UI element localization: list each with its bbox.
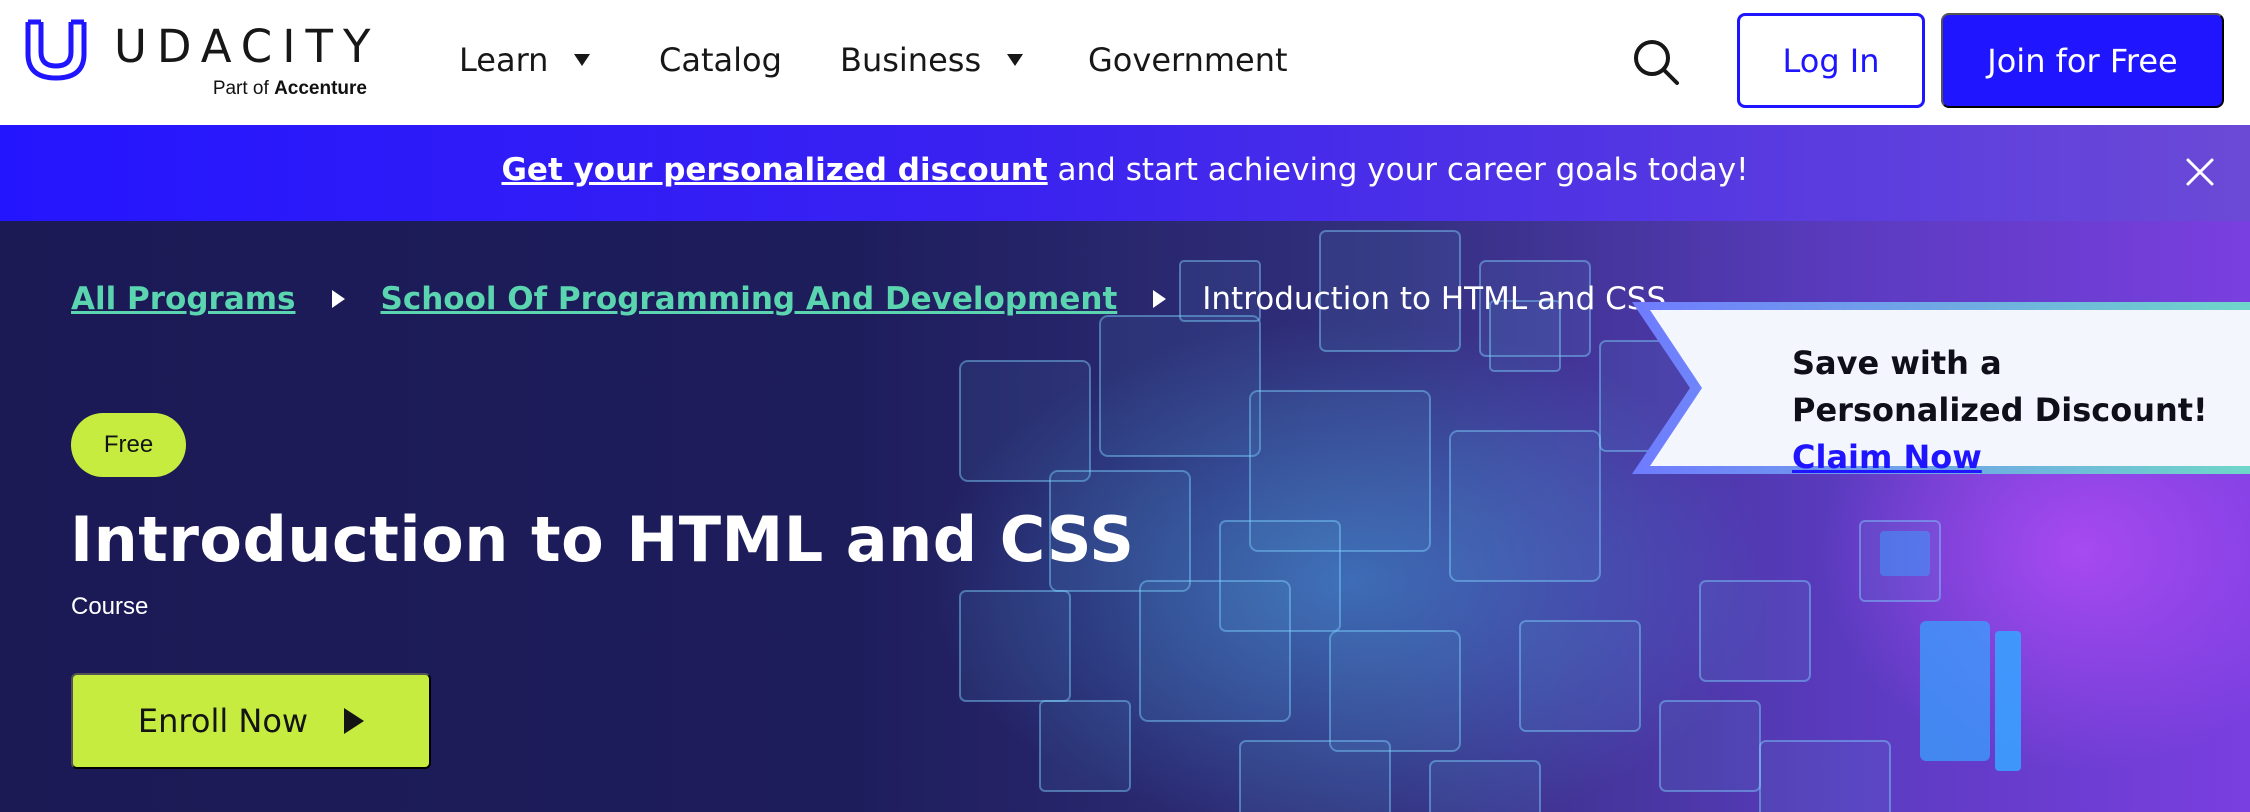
search-icon[interactable]: [1628, 34, 1684, 90]
brand-tagline: Part of Accenture: [213, 78, 367, 100]
brand-tagline-company: Accenture: [274, 78, 367, 99]
price-badge: Free: [71, 413, 186, 477]
discount-ribbon[interactable]: Save with a Personalized Discount! Claim…: [1632, 300, 2250, 476]
close-icon[interactable]: [2184, 156, 2216, 188]
nav-item-label: Business: [840, 41, 982, 79]
udacity-logo-icon: [25, 19, 87, 81]
claim-now-link[interactable]: Claim Now: [1792, 438, 1982, 476]
nav-item-label: Government: [1088, 41, 1288, 79]
program-type: Course: [71, 593, 149, 620]
nav-item-government[interactable]: Government: [1088, 38, 1288, 82]
udacity-logo[interactable]: UDACITY Part of Accenture: [22, 16, 370, 106]
ribbon-message: Save with a Personalized Discount! Claim…: [1792, 340, 2232, 481]
top-nav: UDACITY Part of Accenture Learn Catalog …: [0, 0, 2250, 125]
login-button[interactable]: Log In: [1737, 13, 1925, 108]
join-free-button[interactable]: Join for Free: [1941, 13, 2224, 108]
breadcrumb-all-programs[interactable]: All Programs: [71, 281, 296, 317]
breadcrumb-school[interactable]: School Of Programming And Development: [381, 281, 1118, 317]
chevron-right-icon: [331, 290, 345, 308]
brand-tagline-prefix: Part of: [212, 78, 269, 99]
enroll-now-button[interactable]: Enroll Now: [71, 673, 431, 769]
chevron-down-icon: [1007, 54, 1024, 66]
ribbon-text: Save with a Personalized Discount!: [1792, 344, 2208, 429]
breadcrumb-current: Introduction to HTML and CSS: [1202, 281, 1667, 317]
promo-message: Get your personalized discount and start…: [0, 152, 2250, 188]
breadcrumb: All Programs School Of Programming And D…: [71, 281, 1666, 317]
promo-discount-link[interactable]: Get your personalized discount: [501, 152, 1047, 188]
nav-item-label: Learn: [459, 41, 549, 79]
nav-item-catalog[interactable]: Catalog: [659, 38, 782, 82]
chevron-right-icon: [1153, 290, 1167, 308]
nav-item-learn[interactable]: Learn: [459, 38, 591, 82]
page-title: Introduction to HTML and CSS: [70, 503, 1135, 576]
nav-item-label: Catalog: [659, 41, 782, 79]
enroll-now-label: Enroll Now: [137, 702, 309, 740]
promo-rest-text: and start achieving your career goals to…: [1047, 152, 1749, 188]
nav-item-business[interactable]: Business: [840, 38, 1024, 82]
brand-name: UDACITY: [114, 20, 381, 73]
promo-banner: Get your personalized discount and start…: [0, 125, 2250, 221]
chevron-down-icon: [574, 54, 591, 66]
play-icon: [344, 708, 365, 734]
